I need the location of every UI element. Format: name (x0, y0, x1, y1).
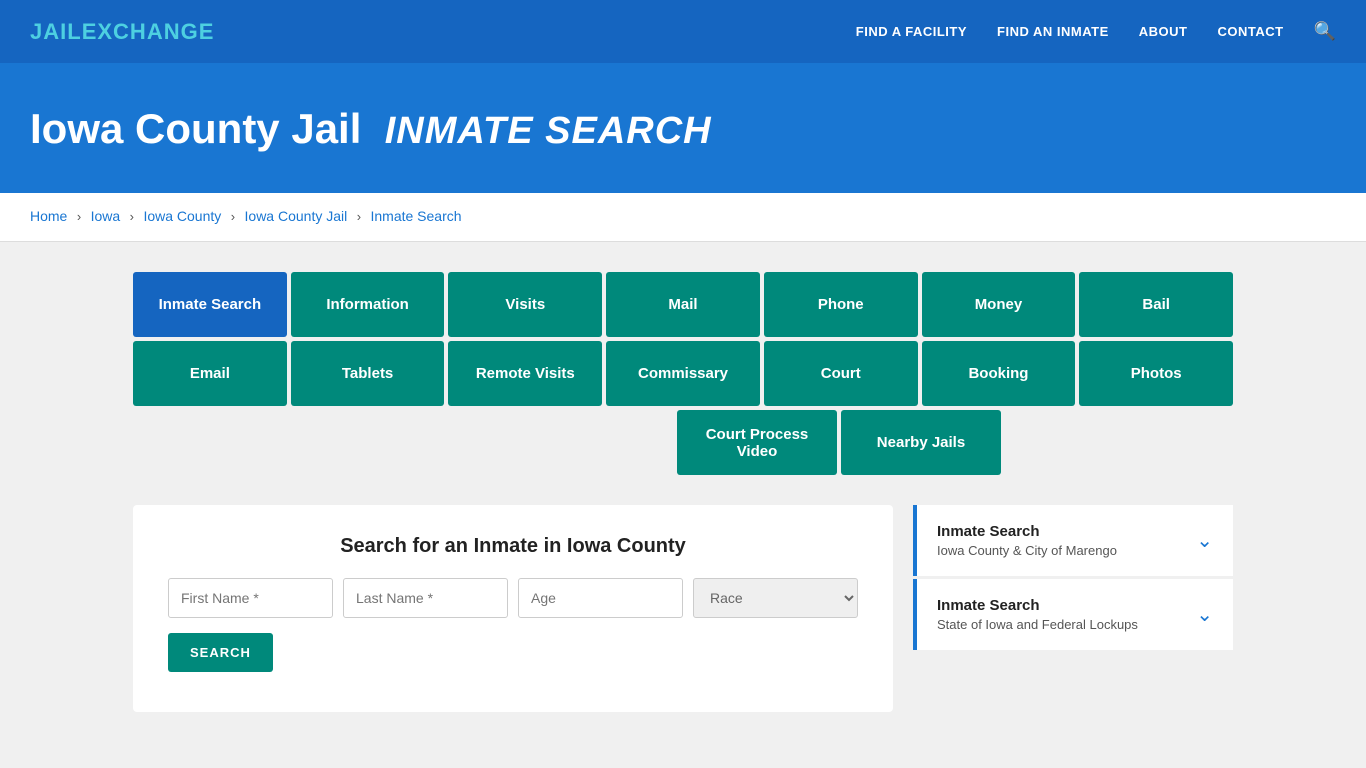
sidebar-item-state-iowa-text: Inmate Search State of Iowa and Federal … (937, 597, 1138, 632)
breadcrumb-jail[interactable]: Iowa County Jail (245, 208, 348, 224)
sidebar-item-iowa-county-subtitle: Iowa County & City of Marengo (937, 543, 1117, 558)
tab-photos[interactable]: Photos (1079, 341, 1233, 406)
logo: JAILEXCHANGE (30, 19, 214, 45)
tab-booking[interactable]: Booking (922, 341, 1076, 406)
breadcrumb-iowa[interactable]: Iowa (91, 208, 121, 224)
search-icon[interactable]: 🔍 (1314, 21, 1336, 42)
main-content: Inmate Search Information Visits Mail Ph… (0, 242, 1366, 742)
tab-email[interactable]: Email (133, 341, 287, 406)
lower-section: Search for an Inmate in Iowa County Race… (133, 505, 1233, 712)
age-input[interactable] (518, 578, 683, 618)
sidebar-item-iowa-county-text: Inmate Search Iowa County & City of Mare… (937, 523, 1117, 558)
nav-find-inmate[interactable]: FIND AN INMATE (997, 24, 1109, 39)
nav-about[interactable]: ABOUT (1139, 24, 1188, 39)
nav-contact[interactable]: CONTACT (1217, 24, 1283, 39)
search-title: Search for an Inmate in Iowa County (168, 535, 858, 558)
tab-bail[interactable]: Bail (1079, 272, 1233, 337)
search-form: Race White Black Hispanic Asian Other (168, 578, 858, 618)
tab-phone[interactable]: Phone (764, 272, 918, 337)
tab-nearby-jails[interactable]: Nearby Jails (841, 410, 1001, 475)
tab-commissary[interactable]: Commissary (606, 341, 760, 406)
breadcrumb-current: Inmate Search (370, 208, 461, 224)
tabs-grid: Inmate Search Information Visits Mail Ph… (133, 272, 1233, 475)
chevron-down-icon-2: ⌄ (1196, 602, 1213, 627)
search-button[interactable]: SEARCH (168, 633, 273, 672)
hero-title-italic: INMATE SEARCH (385, 110, 712, 152)
sidebar-item-state-iowa-title: Inmate Search (937, 597, 1138, 614)
race-select[interactable]: Race White Black Hispanic Asian Other (693, 578, 858, 618)
breadcrumb-iowa-county[interactable]: Iowa County (143, 208, 221, 224)
tab-remote-visits[interactable]: Remote Visits (448, 341, 602, 406)
logo-highlight: E (82, 19, 98, 44)
tabs-row-1: Inmate Search Information Visits Mail Ph… (133, 272, 1233, 337)
nav-links: FIND A FACILITY FIND AN INMATE ABOUT CON… (856, 21, 1336, 42)
tab-visits[interactable]: Visits (448, 272, 602, 337)
tab-court-process-video[interactable]: Court Process Video (677, 410, 837, 475)
breadcrumb-sep-4: › (357, 209, 361, 224)
chevron-down-icon: ⌄ (1196, 528, 1213, 553)
last-name-input[interactable] (343, 578, 508, 618)
logo-part2: XCHANGE (97, 19, 214, 44)
hero-banner: Iowa County Jail INMATE SEARCH (0, 65, 1366, 193)
tabs-row-3: Court Process Video Nearby Jails (445, 410, 1233, 475)
tab-information[interactable]: Information (291, 272, 445, 337)
tab-mail[interactable]: Mail (606, 272, 760, 337)
first-name-input[interactable] (168, 578, 333, 618)
breadcrumb-sep-1: › (77, 209, 81, 224)
logo-part1: JAIL (30, 19, 82, 44)
tab-money[interactable]: Money (922, 272, 1076, 337)
breadcrumb-sep-3: › (231, 209, 235, 224)
main-nav: JAILEXCHANGE FIND A FACILITY FIND AN INM… (0, 0, 1366, 65)
hero-title-bold: Iowa County Jail (30, 105, 361, 152)
nav-find-facility[interactable]: FIND A FACILITY (856, 24, 967, 39)
sidebar-item-iowa-county-title: Inmate Search (937, 523, 1117, 540)
sidebar-item-state-iowa[interactable]: Inmate Search State of Iowa and Federal … (913, 579, 1233, 650)
tab-tablets[interactable]: Tablets (291, 341, 445, 406)
tab-court[interactable]: Court (764, 341, 918, 406)
page-title: Iowa County Jail INMATE SEARCH (30, 105, 1336, 153)
tabs-row-2: Email Tablets Remote Visits Commissary C… (133, 341, 1233, 406)
sidebar-item-state-iowa-subtitle: State of Iowa and Federal Lockups (937, 617, 1138, 632)
breadcrumb-sep-2: › (130, 209, 134, 224)
sidebar: Inmate Search Iowa County & City of Mare… (913, 505, 1233, 712)
breadcrumb: Home › Iowa › Iowa County › Iowa County … (0, 193, 1366, 242)
tab-inmate-search[interactable]: Inmate Search (133, 272, 287, 337)
breadcrumb-home[interactable]: Home (30, 208, 67, 224)
search-card: Search for an Inmate in Iowa County Race… (133, 505, 893, 712)
sidebar-item-iowa-county[interactable]: Inmate Search Iowa County & City of Mare… (913, 505, 1233, 576)
